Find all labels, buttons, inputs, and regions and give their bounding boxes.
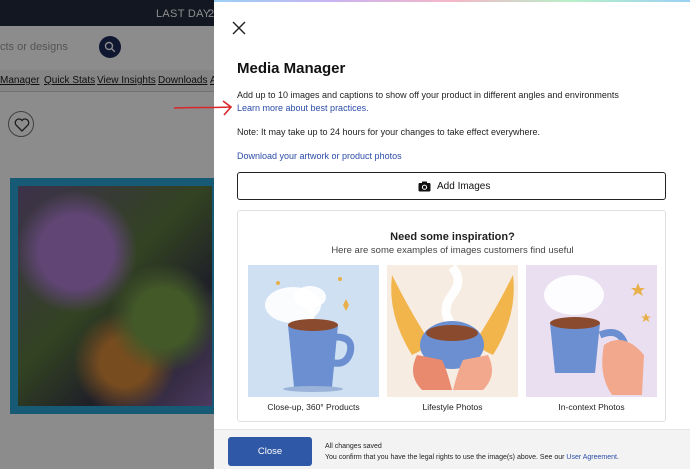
inspiration-title: Need some inspiration? <box>390 231 515 243</box>
add-images-button[interactable]: Add Images <box>237 172 666 200</box>
lifestyle-example-image <box>387 265 518 397</box>
dialog-footer: Close All changes saved You confirm that… <box>214 429 690 469</box>
lifestyle-caption: Lifestyle Photos <box>422 402 483 412</box>
incontext-example-image <box>526 265 657 397</box>
red-arrow-icon <box>173 100 233 116</box>
media-manager-dialog: Media Manager Add up to 10 images and ca… <box>214 2 690 469</box>
save-status: All changes saved <box>325 443 382 450</box>
closeup-caption: Close-up, 360° Products <box>267 402 360 412</box>
best-practices-link[interactable]: Learn more about best practices. <box>237 103 369 113</box>
incontext-caption: In-context Photos <box>558 402 625 412</box>
download-artwork-link[interactable]: Download your artwork or product photos <box>237 151 402 161</box>
inspiration-panel: Need some inspiration? Here are some exa… <box>237 210 666 422</box>
close-icon[interactable] <box>231 20 247 36</box>
dialog-title: Media Manager <box>237 60 346 77</box>
dialog-description: Add up to 10 images and captions to show… <box>237 90 619 100</box>
processing-note: Note: It may take up to 24 hours for you… <box>237 127 540 137</box>
legal-notice: You confirm that you have the legal righ… <box>325 454 619 461</box>
legal-suffix: . <box>616 454 619 461</box>
legal-text: You confirm that you have the legal righ… <box>325 454 567 461</box>
close-button[interactable]: Close <box>228 437 312 466</box>
inspiration-subtitle: Here are some examples of images custome… <box>331 245 574 256</box>
add-images-label: Add Images <box>437 181 491 192</box>
closeup-example-image <box>248 265 379 397</box>
user-agreement-link[interactable]: User Agreement <box>566 454 617 461</box>
camera-icon <box>418 181 431 192</box>
